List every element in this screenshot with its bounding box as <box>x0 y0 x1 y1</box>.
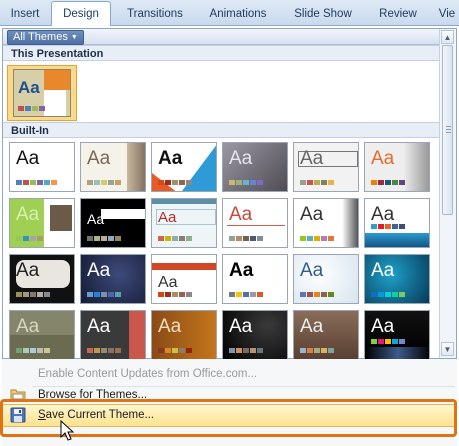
scroll-up-icon[interactable]: ▲ <box>441 30 454 44</box>
theme-sample-text: Aa <box>229 316 253 337</box>
themes-gallery: All Themes ▼ This Presentation Aa Built-I… <box>2 28 457 360</box>
theme-sample-text: Aa <box>87 148 111 169</box>
theme-composite[interactable]: Aa <box>293 198 359 248</box>
theme-sample-text: Aa <box>158 209 177 226</box>
theme-metro[interactable]: Aa <box>364 310 430 360</box>
theme-civic[interactable]: Aa <box>151 198 217 248</box>
theme-sample-text: Aa <box>371 260 395 281</box>
theme-apothecary[interactable]: Aa <box>293 142 359 192</box>
chevron-down-icon: ▼ <box>70 34 78 41</box>
theme-austin[interactable]: Aa <box>9 198 75 248</box>
theme-couture[interactable]: Aa <box>9 254 75 304</box>
theme-sample-text: Aa <box>16 316 40 337</box>
theme-sample-text: Aa <box>87 316 111 337</box>
theme-concourse[interactable]: Aa <box>364 198 430 248</box>
all-themes-label: All Themes <box>13 31 68 43</box>
theme-equity[interactable]: Aa <box>151 254 217 304</box>
theme-sample-text: Aa <box>87 211 105 227</box>
scrollbar-thumb[interactable] <box>442 45 453 215</box>
mouse-pointer-icon <box>60 419 76 442</box>
section-this-presentation: This Presentation <box>3 45 440 61</box>
theme-sample-text: Aa <box>300 148 324 169</box>
theme-sample-text: Aa <box>300 204 324 225</box>
theme-sample-text: Aa <box>158 316 182 337</box>
all-themes-dropdown[interactable]: All Themes ▼ <box>7 30 84 45</box>
theme-sample-text: Aa <box>16 148 40 169</box>
theme-sample-text: Aa <box>229 148 253 169</box>
theme-office[interactable]: Aa <box>9 142 75 192</box>
theme-hardcover[interactable]: Aa <box>151 310 217 360</box>
theme-black-tie[interactable]: Aa <box>80 198 146 248</box>
tab-review[interactable]: Review <box>372 5 424 23</box>
theme-flow[interactable]: Aa <box>364 254 430 304</box>
menu-item-enable-content-updates: Enable Content Updates from Office.com..… <box>38 368 258 380</box>
tab-transitions[interactable]: Transitions <box>118 5 192 23</box>
scroll-down-icon[interactable]: ▼ <box>441 342 454 356</box>
theme-clarity[interactable]: Aa <box>222 198 288 248</box>
theme-sample-text: Aa <box>16 260 40 281</box>
theme-sample-text: Aa <box>158 274 178 291</box>
theme-sample-text: Aa <box>87 260 111 281</box>
theme-grid[interactable]: Aa <box>80 310 146 360</box>
theme-sample-text: Aa <box>300 316 324 337</box>
theme-sample-text: Aa <box>300 260 324 281</box>
tab-slide-show[interactable]: Slide Show <box>288 5 358 23</box>
ribbon-tab-bar: Insert Design Transitions Animations Sli… <box>0 0 459 26</box>
theme-executive[interactable]: Aa <box>293 254 359 304</box>
theme-median[interactable]: Aa <box>293 310 359 360</box>
theme-sample-text: Aa <box>371 148 395 169</box>
tab-design[interactable]: Design <box>51 1 111 26</box>
theme-foundry[interactable]: Aa <box>9 310 75 360</box>
theme-angles[interactable]: Aa <box>151 142 217 192</box>
section-built-in: Built-In <box>3 122 440 138</box>
theme-sample-text: Aa <box>18 78 40 97</box>
theme-sample-text: Aa <box>229 204 253 225</box>
theme-aspect[interactable]: Aa <box>364 142 430 192</box>
theme-elemental[interactable]: Aa <box>80 254 146 304</box>
theme-sample-text: Aa <box>371 316 395 337</box>
theme-sample-text: Aa <box>16 204 40 225</box>
theme-apex[interactable]: Aa <box>222 142 288 192</box>
theme-sample-text: Aa <box>229 260 254 281</box>
theme-essential[interactable]: Aa <box>222 254 288 304</box>
theme-horizon[interactable]: Aa <box>222 310 288 360</box>
tab-view[interactable]: Vie <box>432 5 459 23</box>
theme-adjacency[interactable]: Aa <box>80 142 146 192</box>
theme-sample-text: Aa <box>371 204 395 225</box>
theme-sample-text: Aa <box>158 148 183 169</box>
current-theme-selection[interactable]: Aa <box>7 65 77 121</box>
tab-animations[interactable]: Animations <box>198 5 278 23</box>
tab-insert[interactable]: Insert <box>3 5 47 23</box>
current-theme-thumbnail: Aa <box>13 69 71 117</box>
gallery-filter-bar: All Themes ▼ <box>3 29 440 45</box>
gallery-scrollbar[interactable]: ▲ ▼ <box>439 29 456 358</box>
